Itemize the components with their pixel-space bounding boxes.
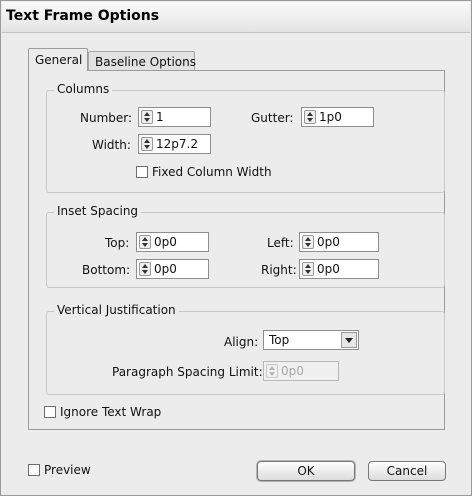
stepper-down-icon	[305, 243, 311, 247]
number-stepper[interactable]	[141, 110, 153, 124]
width-field[interactable]: 12p7.2	[138, 134, 211, 154]
stepper-down-icon	[307, 118, 313, 122]
bottom-label: Bottom:	[82, 263, 131, 277]
paragraph-spacing-limit-field: 0p0	[263, 361, 339, 381]
stepper-up-icon	[142, 264, 148, 268]
left-label: Left:	[267, 236, 294, 250]
width-stepper[interactable]	[141, 137, 153, 151]
stepper-down-icon	[142, 243, 148, 247]
gutter-field[interactable]: 1p0	[301, 107, 374, 127]
left-stepper[interactable]	[302, 235, 314, 249]
right-stepper[interactable]	[302, 262, 314, 276]
gutter-stepper[interactable]	[304, 110, 316, 124]
right-field[interactable]: 0p0	[299, 259, 379, 279]
align-select[interactable]: Top	[263, 330, 359, 350]
ok-button[interactable]: OK	[257, 461, 355, 481]
stepper-down-icon	[269, 372, 275, 376]
top-field[interactable]: 0p0	[136, 232, 209, 252]
text-frame-options-dialog: Text Frame Options General Baseline Opti…	[0, 0, 472, 496]
tab-general[interactable]: General	[28, 48, 88, 71]
align-value: Top	[269, 333, 290, 347]
stepper-down-icon	[144, 145, 150, 149]
tab-general-label: General	[35, 53, 83, 67]
stepper-up-icon	[305, 264, 311, 268]
tab-baseline-options-label: Baseline Options	[95, 55, 196, 69]
title-bar[interactable]: Text Frame Options	[2, 2, 470, 33]
number-value: 1	[156, 110, 164, 124]
number-label: Number:	[80, 111, 133, 125]
align-label: Align:	[224, 335, 259, 349]
cancel-button[interactable]: Cancel	[368, 461, 446, 481]
gutter-value: 1p0	[319, 110, 342, 124]
fixed-column-width-checkbox[interactable]	[136, 166, 148, 178]
left-value: 0p0	[317, 235, 340, 249]
chevron-down-icon[interactable]	[341, 332, 357, 348]
bottom-field[interactable]: 0p0	[136, 259, 209, 279]
stepper-up-icon	[307, 112, 313, 116]
gutter-label: Gutter:	[251, 111, 294, 125]
stepper-up-icon	[142, 237, 148, 241]
vertical-justification-group: Vertical Justification	[46, 303, 445, 395]
right-label: Right:	[261, 263, 297, 277]
paragraph-spacing-stepper	[266, 364, 278, 378]
paragraph-spacing-limit-label: Paragraph Spacing Limit:	[112, 365, 263, 379]
ignore-text-wrap-checkbox[interactable]	[44, 406, 56, 418]
left-field[interactable]: 0p0	[299, 232, 379, 252]
stepper-down-icon	[142, 270, 148, 274]
number-field[interactable]: 1	[138, 107, 211, 127]
preview-label[interactable]: Preview	[44, 463, 91, 477]
bottom-stepper[interactable]	[139, 262, 151, 276]
stepper-up-icon	[144, 139, 150, 143]
width-value: 12p7.2	[156, 137, 198, 151]
general-tab-panel: Columns Number: 1 Gutter: 1p0 Width: 12p…	[28, 70, 445, 430]
stepper-down-icon	[144, 118, 150, 122]
top-value: 0p0	[154, 235, 177, 249]
stepper-up-icon	[144, 112, 150, 116]
stepper-down-icon	[305, 270, 311, 274]
columns-group-title: Columns	[54, 82, 113, 96]
stepper-up-icon	[269, 366, 275, 370]
bottom-value: 0p0	[154, 262, 177, 276]
fixed-column-width-label[interactable]: Fixed Column Width	[152, 165, 272, 179]
vertical-justification-group-title: Vertical Justification	[54, 303, 179, 317]
ignore-text-wrap-label[interactable]: Ignore Text Wrap	[60, 405, 161, 419]
inset-spacing-group-title: Inset Spacing	[54, 204, 142, 218]
width-label: Width:	[92, 138, 131, 152]
paragraph-spacing-limit-value: 0p0	[281, 364, 304, 378]
tab-baseline-options[interactable]: Baseline Options	[88, 51, 196, 71]
top-label: Top:	[105, 236, 130, 250]
dialog-title: Text Frame Options	[6, 8, 160, 24]
right-value: 0p0	[317, 262, 340, 276]
stepper-up-icon	[305, 237, 311, 241]
preview-checkbox[interactable]	[28, 464, 40, 476]
top-stepper[interactable]	[139, 235, 151, 249]
